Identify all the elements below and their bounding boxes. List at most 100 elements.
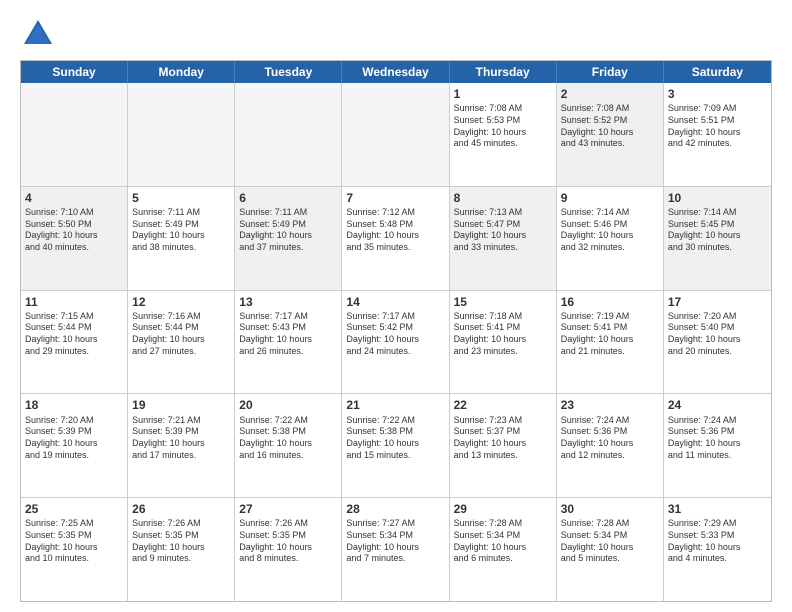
empty-cell	[21, 83, 128, 186]
day-number: 4	[25, 190, 123, 206]
day-cell-6: 6Sunrise: 7:11 AM Sunset: 5:49 PM Daylig…	[235, 187, 342, 290]
empty-cell	[128, 83, 235, 186]
day-info: Sunrise: 7:12 AM Sunset: 5:48 PM Dayligh…	[346, 207, 444, 254]
calendar-body: 1Sunrise: 7:08 AM Sunset: 5:53 PM Daylig…	[21, 83, 771, 601]
day-number: 3	[668, 86, 767, 102]
day-number: 13	[239, 294, 337, 310]
day-number: 10	[668, 190, 767, 206]
day-info: Sunrise: 7:28 AM Sunset: 5:34 PM Dayligh…	[561, 518, 659, 565]
day-number: 16	[561, 294, 659, 310]
day-number: 14	[346, 294, 444, 310]
day-cell-22: 22 Sunrise: 7:23 AM Sunset: 5:37 PM Dayli…	[450, 394, 557, 497]
day-number: 5	[132, 190, 230, 206]
day-info: Sunrise: 7:16 AM Sunset: 5:44 PM Dayligh…	[132, 311, 230, 358]
day-cell-29: 29Sunrise: 7:28 AM Sunset: 5:34 PM Dayli…	[450, 498, 557, 601]
day-info: Sunrise: 7:20 AM Sunset: 5:40 PM Dayligh…	[668, 311, 767, 358]
day-number: 1	[454, 86, 552, 102]
day-cell-23: 23 Sunrise: 7:24 AM Sunset: 5:36 PM Dayli…	[557, 394, 664, 497]
day-info: Sunrise: 7:08 AM Sunset: 5:52 PM Dayligh…	[561, 103, 659, 150]
day-info: Sunrise: 7:18 AM Sunset: 5:41 PM Dayligh…	[454, 311, 552, 358]
day-info: Sunrise: 7:14 AM Sunset: 5:45 PM Dayligh…	[668, 207, 767, 254]
day-cell-2: 2Sunrise: 7:08 AM Sunset: 5:52 PM Daylig…	[557, 83, 664, 186]
day-number: 24	[668, 397, 767, 413]
day-number: 27	[239, 501, 337, 517]
calendar: SundayMondayTuesdayWednesdayThursdayFrid…	[20, 60, 772, 602]
day-info: Sunrise: 7:11 AM Sunset: 5:49 PM Dayligh…	[132, 207, 230, 254]
day-cell-7: 7Sunrise: 7:12 AM Sunset: 5:48 PM Daylig…	[342, 187, 449, 290]
day-number: 19	[132, 397, 230, 413]
day-cell-13: 13Sunrise: 7:17 AM Sunset: 5:43 PM Dayli…	[235, 291, 342, 394]
day-info: Sunrise: 7:28 AM Sunset: 5:34 PM Dayligh…	[454, 518, 552, 565]
day-info: Sunrise: 7:14 AM Sunset: 5:46 PM Dayligh…	[561, 207, 659, 254]
day-cell-16: 16Sunrise: 7:19 AM Sunset: 5:41 PM Dayli…	[557, 291, 664, 394]
weekday-header-friday: Friday	[557, 61, 664, 83]
day-number: 25	[25, 501, 123, 517]
day-cell-18: 18 Sunrise: 7:20 AM Sunset: 5:39 PM Dayli…	[21, 394, 128, 497]
day-cell-24: 24Sunrise: 7:24 AM Sunset: 5:36 PM Dayli…	[664, 394, 771, 497]
day-info: Sunrise: 7:20 AM Sunset: 5:39 PM Dayligh…	[25, 415, 123, 462]
day-number: 26	[132, 501, 230, 517]
day-cell-28: 28Sunrise: 7:27 AM Sunset: 5:34 PM Dayli…	[342, 498, 449, 601]
day-number: 9	[561, 190, 659, 206]
day-cell-10: 10Sunrise: 7:14 AM Sunset: 5:45 PM Dayli…	[664, 187, 771, 290]
day-cell-20: 20 Sunrise: 7:22 AM Sunset: 5:38 PM Dayli…	[235, 394, 342, 497]
day-info: Sunrise: 7:09 AM Sunset: 5:51 PM Dayligh…	[668, 103, 767, 150]
day-number: 11	[25, 294, 123, 310]
day-cell-9: 9Sunrise: 7:14 AM Sunset: 5:46 PM Daylig…	[557, 187, 664, 290]
day-info: Sunrise: 7:22 AM Sunset: 5:38 PM Dayligh…	[239, 415, 337, 462]
calendar-row-1: 1Sunrise: 7:08 AM Sunset: 5:53 PM Daylig…	[21, 83, 771, 186]
weekday-header-tuesday: Tuesday	[235, 61, 342, 83]
day-info: Sunrise: 7:23 AM Sunset: 5:37 PM Dayligh…	[454, 415, 552, 462]
weekday-header-monday: Monday	[128, 61, 235, 83]
page: SundayMondayTuesdayWednesdayThursdayFrid…	[0, 0, 792, 612]
day-number: 18	[25, 397, 123, 413]
weekday-header-thursday: Thursday	[450, 61, 557, 83]
day-cell-30: 30Sunrise: 7:28 AM Sunset: 5:34 PM Dayli…	[557, 498, 664, 601]
day-info: Sunrise: 7:08 AM Sunset: 5:53 PM Dayligh…	[454, 103, 552, 150]
day-number: 28	[346, 501, 444, 517]
weekday-header-sunday: Sunday	[21, 61, 128, 83]
day-info: Sunrise: 7:29 AM Sunset: 5:33 PM Dayligh…	[668, 518, 767, 565]
day-info: Sunrise: 7:19 AM Sunset: 5:41 PM Dayligh…	[561, 311, 659, 358]
day-info: Sunrise: 7:11 AM Sunset: 5:49 PM Dayligh…	[239, 207, 337, 254]
day-number: 20	[239, 397, 337, 413]
day-info: Sunrise: 7:25 AM Sunset: 5:35 PM Dayligh…	[25, 518, 123, 565]
calendar-header: SundayMondayTuesdayWednesdayThursdayFrid…	[21, 61, 771, 83]
day-info: Sunrise: 7:21 AM Sunset: 5:39 PM Dayligh…	[132, 415, 230, 462]
day-number: 15	[454, 294, 552, 310]
day-number: 30	[561, 501, 659, 517]
day-cell-15: 15Sunrise: 7:18 AM Sunset: 5:41 PM Dayli…	[450, 291, 557, 394]
day-cell-21: 21Sunrise: 7:22 AM Sunset: 5:38 PM Dayli…	[342, 394, 449, 497]
day-cell-19: 19 Sunrise: 7:21 AM Sunset: 5:39 PM Dayli…	[128, 394, 235, 497]
day-number: 29	[454, 501, 552, 517]
day-cell-11: 11Sunrise: 7:15 AM Sunset: 5:44 PM Dayli…	[21, 291, 128, 394]
weekday-header-saturday: Saturday	[664, 61, 771, 83]
empty-cell	[235, 83, 342, 186]
calendar-row-2: 4Sunrise: 7:10 AM Sunset: 5:50 PM Daylig…	[21, 186, 771, 290]
day-info: Sunrise: 7:22 AM Sunset: 5:38 PM Dayligh…	[346, 415, 444, 462]
day-number: 22	[454, 397, 552, 413]
day-cell-25: 25Sunrise: 7:25 AM Sunset: 5:35 PM Dayli…	[21, 498, 128, 601]
empty-cell	[342, 83, 449, 186]
day-cell-14: 14Sunrise: 7:17 AM Sunset: 5:42 PM Dayli…	[342, 291, 449, 394]
day-cell-26: 26Sunrise: 7:26 AM Sunset: 5:35 PM Dayli…	[128, 498, 235, 601]
day-info: Sunrise: 7:26 AM Sunset: 5:35 PM Dayligh…	[132, 518, 230, 565]
day-cell-17: 17Sunrise: 7:20 AM Sunset: 5:40 PM Dayli…	[664, 291, 771, 394]
day-cell-4: 4Sunrise: 7:10 AM Sunset: 5:50 PM Daylig…	[21, 187, 128, 290]
logo	[20, 16, 60, 52]
calendar-row-5: 25Sunrise: 7:25 AM Sunset: 5:35 PM Dayli…	[21, 497, 771, 601]
day-number: 2	[561, 86, 659, 102]
day-number: 31	[668, 501, 767, 517]
day-info: Sunrise: 7:24 AM Sunset: 5:36 PM Dayligh…	[561, 415, 659, 462]
day-number: 23	[561, 397, 659, 413]
day-info: Sunrise: 7:26 AM Sunset: 5:35 PM Dayligh…	[239, 518, 337, 565]
day-number: 17	[668, 294, 767, 310]
day-cell-3: 3Sunrise: 7:09 AM Sunset: 5:51 PM Daylig…	[664, 83, 771, 186]
day-cell-27: 27Sunrise: 7:26 AM Sunset: 5:35 PM Dayli…	[235, 498, 342, 601]
day-info: Sunrise: 7:15 AM Sunset: 5:44 PM Dayligh…	[25, 311, 123, 358]
day-cell-5: 5Sunrise: 7:11 AM Sunset: 5:49 PM Daylig…	[128, 187, 235, 290]
day-info: Sunrise: 7:10 AM Sunset: 5:50 PM Dayligh…	[25, 207, 123, 254]
day-cell-1: 1Sunrise: 7:08 AM Sunset: 5:53 PM Daylig…	[450, 83, 557, 186]
header	[20, 16, 772, 52]
day-number: 12	[132, 294, 230, 310]
